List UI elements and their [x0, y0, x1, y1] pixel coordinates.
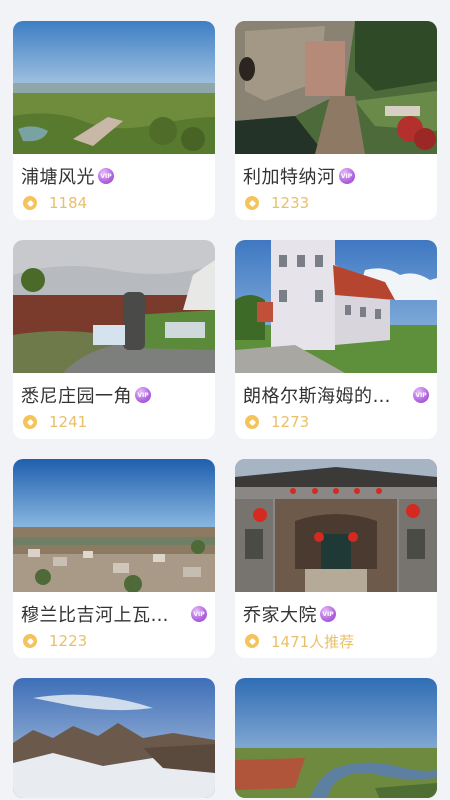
- thumbnail-murrumbidgee: [13, 459, 215, 592]
- coin-icon: [23, 415, 37, 429]
- coin-icon: [245, 415, 259, 429]
- recommend-count: 1233: [271, 194, 310, 212]
- card-mountains[interactable]: [13, 678, 215, 798]
- vip-badge-icon: VIP: [98, 168, 114, 184]
- card-title: 穆兰比吉河上瓦…: [21, 605, 169, 626]
- coin-icon: [245, 196, 259, 210]
- thumbnail-qiao-family-compound: [235, 459, 437, 592]
- vip-badge-icon: VIP: [135, 387, 151, 403]
- thumbnail-mountains: [13, 678, 215, 798]
- coin-icon: [245, 634, 259, 648]
- card-qiao-family-compound[interactable]: 乔家大院 VIP 1471人推荐: [235, 459, 437, 658]
- thumbnail-ligatne: [235, 21, 437, 154]
- card-title: 朗格尔斯海姆的…: [243, 386, 391, 407]
- card-title: 利加特纳河: [243, 167, 336, 188]
- vip-badge-icon: VIP: [191, 606, 207, 622]
- card-ligatne[interactable]: 利加特纳河 VIP 1233: [235, 21, 437, 220]
- recommend-count: 1184: [49, 194, 88, 212]
- thumbnail-sydney-manor: [13, 240, 215, 373]
- card-langelsheim[interactable]: 朗格尔斯海姆的… VIP 1273: [235, 240, 437, 439]
- coin-icon: [23, 634, 37, 648]
- card-river-plain[interactable]: [235, 678, 437, 798]
- thumbnail-putang: [13, 21, 215, 154]
- vip-badge-icon: VIP: [413, 387, 429, 403]
- vip-badge-icon: VIP: [338, 168, 355, 184]
- card-murrumbidgee[interactable]: 穆兰比吉河上瓦… VIP 1223: [13, 459, 215, 658]
- coin-icon: [23, 196, 37, 210]
- recommend-count: 1241: [49, 413, 88, 431]
- recommend-count: 1471人推荐: [271, 632, 355, 651]
- thumbnail-langelsheim: [235, 240, 437, 373]
- card-sydney-manor[interactable]: 悉尼庄园一角 VIP 1241: [13, 240, 215, 439]
- recommend-count: 1273: [271, 413, 310, 431]
- thumbnail-river-plain: [235, 678, 437, 798]
- card-title: 悉尼庄园一角: [21, 386, 132, 407]
- card-title: 乔家大院: [243, 605, 317, 626]
- vip-badge-icon: VIP: [320, 606, 336, 622]
- recommend-count: 1223: [49, 632, 88, 650]
- card-putang[interactable]: 浦塘风光 VIP 1184: [13, 21, 215, 220]
- card-title: 浦塘风光: [21, 167, 95, 188]
